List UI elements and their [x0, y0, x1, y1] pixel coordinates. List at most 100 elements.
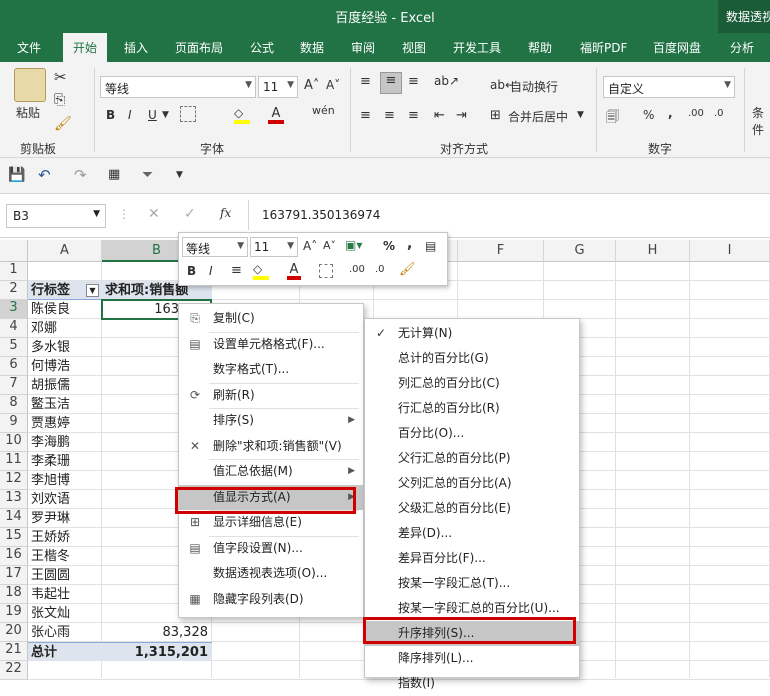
filter-dropdown-icon[interactable]: ▼ [86, 284, 99, 297]
row-header-3[interactable]: 3 [0, 300, 28, 319]
column-header-f[interactable]: F [458, 240, 544, 262]
row-header-11[interactable]: 11 [0, 452, 28, 471]
mini-percent-button[interactable]: % [383, 239, 395, 253]
column-header-i[interactable]: I [690, 240, 770, 262]
align-center-icon[interactable]: ≡ [384, 108, 395, 123]
submenu-item[interactable]: 差异(D)... [365, 521, 579, 546]
row-header-7[interactable]: 7 [0, 376, 28, 395]
format-painter-icon[interactable]: 🖌 [54, 116, 72, 132]
mini-decrease-decimal-icon[interactable]: .0 [375, 264, 385, 275]
borders-icon[interactable] [180, 106, 196, 122]
submenu-item[interactable]: 行汇总的百分比(R) [365, 396, 579, 421]
pivot-row-label[interactable]: 张心雨 [28, 623, 102, 642]
submenu-item[interactable]: 列汇总的百分比(C) [365, 371, 579, 396]
menu-item-format-cells[interactable]: ▤ 设置单元格格式(F)... [179, 332, 363, 357]
mini-font-size-select[interactable]: 11 ▼ [250, 237, 298, 257]
mini-increase-decimal-icon[interactable]: .00 [349, 264, 365, 275]
conditional-format-button[interactable]: 条件 [752, 104, 770, 138]
cancel-icon[interactable]: ✕ [148, 206, 160, 222]
percent-button[interactable]: % [643, 108, 654, 122]
mini-font-color-icon[interactable]: A [287, 262, 301, 280]
row-header-16[interactable]: 16 [0, 547, 28, 566]
menu-item-copy[interactable]: ⎘ 复制(C) [179, 306, 363, 331]
mini-align-center-icon[interactable]: ≡ [231, 263, 242, 278]
menu-item-hide-field-list[interactable]: ▦ 隐藏字段列表(D) [179, 587, 363, 612]
row-header-9[interactable]: 9 [0, 414, 28, 433]
align-right-icon[interactable]: ≡ [408, 108, 419, 123]
pivot-row-label[interactable]: 张文灿 [28, 604, 102, 623]
phonetic-icon[interactable]: wén [312, 104, 335, 117]
accounting-format-icon[interactable]: 🗐 [606, 108, 619, 130]
mini-number-format-icon[interactable]: ▣▾ [345, 238, 362, 252]
pivot-row-label[interactable]: 邓娜 [28, 319, 102, 338]
row-header-1[interactable]: 1 [0, 262, 28, 281]
menu-item-summarize-values-by[interactable]: 值汇总依据(M) ▶ [179, 459, 363, 484]
font-size-select[interactable]: 11 ▼ [258, 76, 298, 98]
mini-italic-button[interactable]: I [209, 264, 213, 278]
menu-item-remove-field[interactable]: ✕ 删除"求和项:销售额"(V) [179, 434, 363, 459]
row-header-17[interactable]: 17 [0, 566, 28, 585]
pivot-row-label[interactable]: 李柔珊 [28, 452, 102, 471]
save-icon[interactable]: 💾 [8, 167, 25, 183]
align-middle-icon[interactable]: ≡ [380, 72, 402, 94]
formula-bar-splitter-icon[interactable]: ⋮ [118, 207, 130, 221]
row-header-12[interactable]: 12 [0, 471, 28, 490]
tab-foxit-pdf[interactable]: 福昕PDF [580, 39, 627, 56]
pivot-row-label[interactable]: 多水银 [28, 338, 102, 357]
pivot-row-label[interactable]: 李海鹏 [28, 433, 102, 452]
pivot-row-label[interactable]: 王楷冬 [28, 547, 102, 566]
row-header-15[interactable]: 15 [0, 528, 28, 547]
pivot-row-label[interactable]: 刘欢语 [28, 490, 102, 509]
insert-function-button[interactable]: fx [220, 206, 231, 220]
submenu-item[interactable]: 父列汇总的百分比(A) [365, 471, 579, 496]
comma-button[interactable]: , [668, 106, 673, 120]
tab-page-layout[interactable]: 页面布局 [175, 39, 223, 56]
pivot-row-label[interactable]: 韦起壮 [28, 585, 102, 604]
mini-font-name-select[interactable]: 等线 ▼ [182, 237, 248, 257]
row-header-8[interactable]: 8 [0, 395, 28, 414]
increase-font-icon[interactable]: A˄ [304, 78, 319, 93]
row-header-4[interactable]: 4 [0, 319, 28, 338]
column-header-h[interactable]: H [616, 240, 690, 262]
row-header-21[interactable]: 21 [0, 642, 28, 661]
tab-developer[interactable]: 开发工具 [453, 39, 501, 56]
submenu-item[interactable]: 按某一字段汇总(T)... [365, 571, 579, 596]
underline-button[interactable]: U [148, 108, 157, 122]
tab-review[interactable]: 审阅 [351, 39, 375, 56]
align-left-icon[interactable]: ≡ [360, 108, 371, 123]
pivot-row-label[interactable]: 王娇娇 [28, 528, 102, 547]
column-header-a[interactable]: A [28, 240, 102, 262]
submenu-item[interactable]: 降序排列(L)... [365, 646, 579, 671]
mini-format-painter-icon[interactable]: 🖌 [399, 262, 416, 277]
submenu-item[interactable]: 父级汇总的百分比(E) [365, 496, 579, 521]
pivot-row-label[interactable]: 李旭博 [28, 471, 102, 490]
fill-color-icon[interactable]: ◇ [234, 106, 250, 124]
row-header-10[interactable]: 10 [0, 433, 28, 452]
row-header-6[interactable]: 6 [0, 357, 28, 376]
tab-view[interactable]: 视图 [402, 39, 426, 56]
formula-input[interactable]: 163791.350136974 [262, 208, 380, 222]
name-box[interactable]: B3 ▼ [6, 204, 106, 228]
cut-icon[interactable]: ✂ [54, 68, 67, 86]
pivot-row-label[interactable]: 何博浩 [28, 357, 102, 376]
tab-data[interactable]: 数据 [300, 39, 324, 56]
undo-icon[interactable]: ↶ [38, 166, 51, 184]
wrap-text-button[interactable]: 自动换行 [510, 78, 558, 95]
row-header-5[interactable]: 5 [0, 338, 28, 357]
merge-dropdown-icon[interactable]: ▼ [577, 110, 584, 120]
decrease-indent-icon[interactable]: ⇤ [434, 108, 445, 123]
menu-item-refresh[interactable]: ⟳ 刷新(R) [179, 383, 363, 408]
select-all-corner[interactable] [0, 240, 28, 262]
increase-indent-icon[interactable]: ⇥ [456, 108, 467, 123]
bold-button[interactable]: B [106, 108, 115, 122]
mini-bold-button[interactable]: B [187, 264, 196, 278]
font-color-icon[interactable]: A [268, 106, 284, 124]
copy-icon[interactable]: ⎘ [54, 92, 65, 108]
number-format-select[interactable]: 自定义 ▼ [603, 76, 735, 98]
mini-format-table-icon[interactable]: ▤ [425, 239, 436, 253]
row-header-14[interactable]: 14 [0, 509, 28, 528]
mini-borders-icon[interactable] [319, 264, 333, 278]
tab-help[interactable]: 帮助 [528, 39, 552, 56]
customize-qat-icon[interactable]: ▼ [176, 170, 183, 180]
orientation-icon[interactable]: ab↗ [434, 74, 459, 88]
